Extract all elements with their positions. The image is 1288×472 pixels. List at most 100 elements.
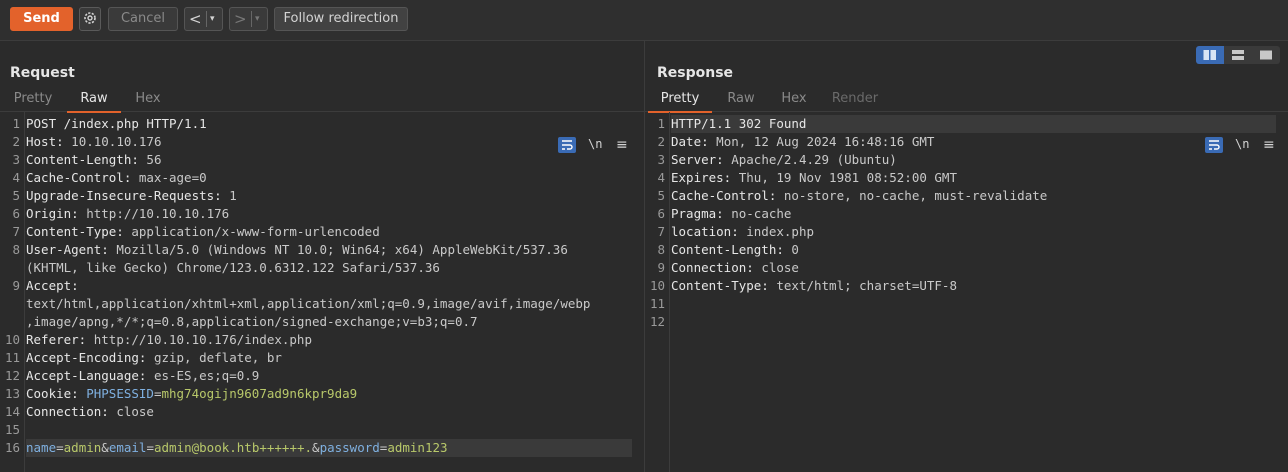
code-line: 10 Referer: http://10.10.10.176/index.php <box>5 331 632 349</box>
line-number: 9 <box>12 278 20 293</box>
code-line: 7 Content-Type: application/x-www-form-ur… <box>12 223 632 241</box>
tab-hex[interactable]: Hex <box>774 91 814 111</box>
header-name: HTTP/1.1 302 Found <box>671 116 807 131</box>
line-number: 5 <box>657 188 665 203</box>
forward-button[interactable]: > ▾ <box>229 7 268 31</box>
header-name: Connection: <box>671 260 754 275</box>
line-number: 11 <box>649 296 665 311</box>
chevron-down-icon[interactable]: ▾ <box>255 8 260 30</box>
param-name: name <box>26 440 57 455</box>
code-line: 5 Cache-Control: no-store, no-cache, must… <box>657 187 1276 205</box>
header-value: no-cache <box>723 206 792 221</box>
header-value: http://10.10.10.176 <box>78 206 230 221</box>
code-line: 4 Cache-Control: max-age=0 <box>12 169 632 187</box>
header-name: Pragma: <box>671 206 724 221</box>
code-line: 12 Accept-Language: es-ES,es;q=0.9 <box>5 367 632 385</box>
follow-redirection-button[interactable]: Follow redirection <box>274 7 408 31</box>
line-number: 6 <box>12 206 20 221</box>
request-pane: Request Pretty Raw Hex \n ≡ 1 POST /index… <box>0 41 645 472</box>
line-number: 3 <box>12 152 20 167</box>
response-tabs: Pretty Raw Hex Render \n ≡ <box>645 89 1288 153</box>
send-button[interactable]: Send <box>10 7 73 31</box>
code-line: 3 Content-Length: 56 <box>12 151 632 169</box>
line-number: 5 <box>12 188 20 203</box>
line-number: 4 <box>12 170 20 185</box>
cookie-value: mhg74ogijn9607ad9n6kpr9da9 <box>161 386 358 401</box>
line-number: 4 <box>657 170 665 185</box>
header-name: POST /index.php HTTP/1.1 <box>26 116 207 131</box>
param-value: admin@book.htb++++++. <box>153 440 313 455</box>
code-line: 10 Content-Type: text/html; charset=UTF-8 <box>650 277 1276 295</box>
tab-pretty[interactable]: Pretty <box>10 91 56 111</box>
back-button[interactable]: < ▾ <box>184 7 223 31</box>
header-value: Apache/2.4.29 (Ubuntu) <box>723 152 897 167</box>
code-line: 7 location: index.php <box>657 223 1276 241</box>
code-line: 8 Content-Length: 0 <box>657 241 1276 259</box>
cancel-button[interactable]: Cancel <box>108 7 178 31</box>
header-name: Content-Length: <box>26 152 139 167</box>
tab-hex[interactable]: Hex <box>128 91 168 111</box>
header-value: gzip, deflate, br <box>146 350 282 365</box>
code-line: 6 Pragma: no-cache <box>657 205 1276 223</box>
tab-render[interactable]: Render <box>829 91 881 111</box>
header-value: http://10.10.10.176/index.php <box>86 332 312 347</box>
line-number: 16 <box>4 440 20 455</box>
header-name: Expires: <box>671 170 732 185</box>
toolbar: Send Cancel < ▾ > ▾ Follow redirection <box>0 0 1288 41</box>
param-equals: = <box>146 440 154 455</box>
line-number: 14 <box>4 404 20 419</box>
code-line: 16 name=admin&email=admin@book.htb++++++.… <box>5 439 632 457</box>
header-name: Date: <box>671 134 709 149</box>
param-separator: & <box>101 440 109 455</box>
code-line: 9 Connection: close <box>657 259 1276 277</box>
header-value: close <box>753 260 799 275</box>
code-line: 9 Accept: <box>12 277 632 295</box>
header-name: Cache-Control: <box>671 188 777 203</box>
header-name: Server: <box>671 152 724 167</box>
line-number: 2 <box>657 134 665 149</box>
cookie-name: PHPSESSID <box>78 386 154 401</box>
header-name: Upgrade-Insecure-Requests: <box>26 188 222 203</box>
code-line: 1 HTTP/1.1 302 Found <box>657 115 1276 133</box>
line-number: 12 <box>649 314 665 329</box>
code-line: 2 Date: Mon, 12 Aug 2024 16:48:16 GMT <box>657 133 1276 151</box>
request-editor[interactable]: 1 POST /index.php HTTP/1.1 2 Host: 10.10.10… <box>0 112 644 472</box>
line-number: 12 <box>4 368 20 383</box>
param-separator: & <box>312 440 320 455</box>
back-arrow-icon: < <box>189 10 202 28</box>
code-line: 14 Connection: close <box>5 403 632 421</box>
code-line: 4 Expires: Thu, 19 Nov 1981 08:52:00 GMT <box>657 169 1276 187</box>
header-name: Content-Type: <box>671 278 769 293</box>
response-editor[interactable]: 1 HTTP/1.1 302 Found 2 Date: Mon, 12 Aug 20… <box>645 112 1288 472</box>
tab-pretty[interactable]: Pretty <box>648 91 712 113</box>
header-value: text/html; charset=UTF-8 <box>768 278 957 293</box>
tab-raw[interactable]: Raw <box>721 91 761 111</box>
settings-button[interactable] <box>79 7 101 31</box>
header-value: 56 <box>138 152 162 167</box>
code-line: 12 <box>650 313 1276 331</box>
request-tabs: Pretty Raw Hex \n ≡ <box>0 89 644 153</box>
header-name: Accept-Language: <box>26 368 147 383</box>
line-number: 6 <box>657 206 665 221</box>
param-value: admin <box>63 440 102 455</box>
header-value: close <box>108 404 154 419</box>
header-value: Mon, 12 Aug 2024 16:48:16 GMT <box>708 134 935 149</box>
line-number: 7 <box>657 224 665 239</box>
header-name: Host: <box>26 134 64 149</box>
line-number: 13 <box>4 386 20 401</box>
header-value: ,image/apng,*/*;q=0.8,application/signed… <box>26 314 478 329</box>
header-name: Referer: <box>26 332 87 347</box>
line-number: 3 <box>657 152 665 167</box>
header-name: Connection: <box>26 404 109 419</box>
line-number: 8 <box>12 242 20 257</box>
code-line: 5 Upgrade-Insecure-Requests: 1 <box>12 187 632 205</box>
forward-arrow-icon: > <box>234 10 247 28</box>
line-number: 15 <box>4 422 20 437</box>
response-title: Response <box>657 65 734 81</box>
code-line: 1 POST /index.php HTTP/1.1 <box>12 115 632 133</box>
chevron-down-icon[interactable]: ▾ <box>210 8 215 30</box>
tab-raw[interactable]: Raw <box>67 91 121 113</box>
code-line: (KHTML, like Gecko) Chrome/123.0.6312.12… <box>26 259 632 277</box>
header-value: (KHTML, like Gecko) Chrome/123.0.6312.12… <box>26 260 440 275</box>
code-line: 6 Origin: http://10.10.10.176 <box>12 205 632 223</box>
